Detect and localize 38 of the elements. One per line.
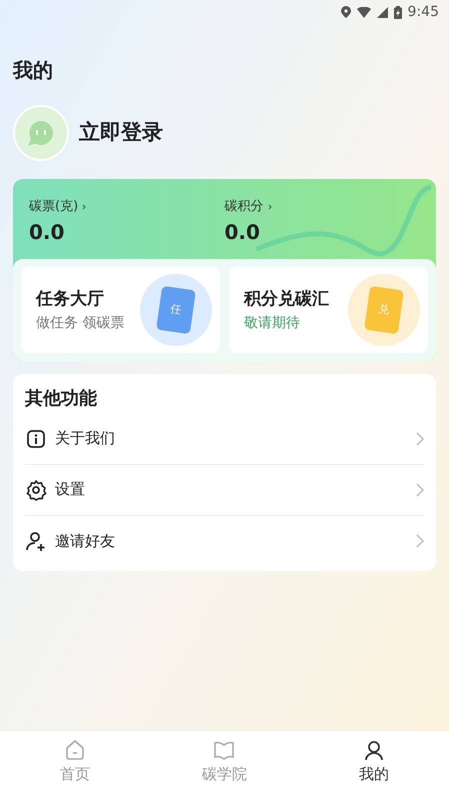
- menu-label: 关于我们: [55, 428, 116, 450]
- chevron-icon: [416, 534, 424, 548]
- book-icon: [213, 739, 236, 761]
- battery-icon: [394, 6, 402, 18]
- section-title: 其他功能: [25, 386, 98, 410]
- page-title: 我的: [13, 57, 54, 83]
- book-icon: 兑: [348, 274, 420, 346]
- status-time: 9:45: [408, 2, 439, 22]
- menu-item[interactable]: 邀请好友: [25, 516, 424, 566]
- stat-value: 0.0: [224, 218, 261, 244]
- chevron-icon[interactable]: [268, 204, 272, 210]
- stat-label[interactable]: 碳积分: [224, 197, 264, 216]
- chevron-icon[interactable]: [82, 204, 86, 210]
- menu-item[interactable]: 关于我们: [25, 414, 424, 464]
- card-title: 积分兑碳汇: [244, 288, 329, 310]
- location-icon: [340, 6, 351, 18]
- info-icon: [25, 428, 47, 450]
- menu-label: 设置: [55, 479, 86, 500]
- user-icon: [363, 739, 386, 761]
- chevron-icon: [416, 482, 424, 496]
- book-icon: 任: [140, 274, 212, 346]
- card-subtitle: 敬请期待: [244, 314, 301, 332]
- menu-item[interactable]: 设置: [25, 464, 424, 516]
- stat-value: 0.0: [29, 218, 66, 244]
- feature-card[interactable]: 积分兑碳汇 敬请期待 兑: [229, 266, 428, 352]
- card-title: 任务大厅: [36, 288, 105, 310]
- chevron-icon: [416, 432, 424, 446]
- stat-label[interactable]: 碳票(克): [29, 197, 78, 216]
- add-user-icon: [25, 530, 47, 552]
- wifi-icon: [356, 6, 371, 18]
- tab-item[interactable]: 我的: [299, 739, 449, 800]
- menu-label: 邀请好友: [55, 530, 116, 552]
- home-icon: [64, 739, 86, 761]
- signal-icon: [376, 6, 388, 18]
- card-subtitle: 做任务 领碳票: [36, 314, 124, 332]
- settings-icon: [25, 478, 47, 500]
- login-link[interactable]: 立即登录: [79, 117, 163, 149]
- feature-card[interactable]: 任务大厅 做任务 领碳票 任: [21, 266, 220, 352]
